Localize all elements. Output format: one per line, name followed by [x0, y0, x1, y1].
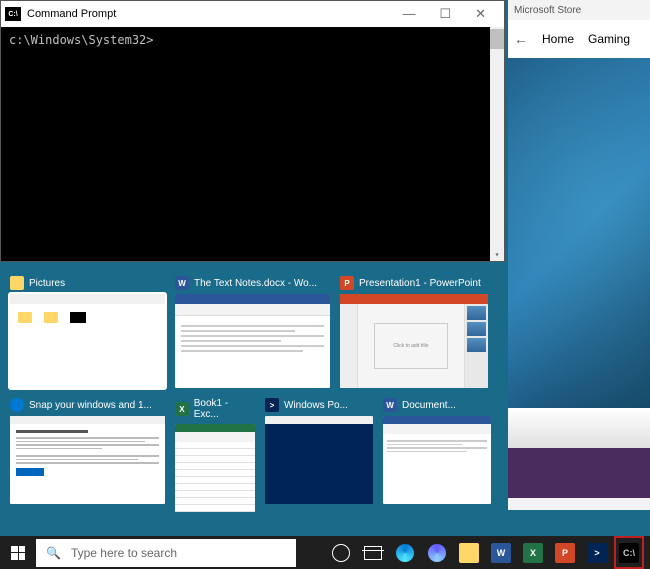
snap-tile-excel[interactable]: X Book1 - Exc...	[175, 398, 255, 512]
minimize-button[interactable]: —	[396, 6, 421, 22]
cmd-titlebar[interactable]: C:\ Command Prompt — ☐ ✕	[1, 1, 504, 27]
snap-thumbnail	[175, 424, 255, 512]
powerpoint-icon: P	[555, 543, 575, 563]
excel-icon: X	[523, 543, 543, 563]
edge-icon	[10, 398, 24, 412]
snap-tile-powerpoint[interactable]: P Presentation1 - PowerPoint Click to ad…	[340, 276, 488, 388]
cmd-title: Command Prompt	[27, 8, 116, 20]
close-button[interactable]: ✕	[469, 6, 492, 22]
taskbar-powershell[interactable]: >	[582, 536, 612, 569]
scrollbar-thumb[interactable]	[490, 29, 504, 49]
store-section-divider	[508, 408, 650, 448]
nav-home[interactable]: Home	[542, 32, 574, 46]
cmd-prompt-text: c:\Windows\System32>	[9, 33, 154, 47]
snap-tile-word2[interactable]: W Document...	[383, 398, 491, 512]
snap-tile-pictures[interactable]: Pictures	[10, 276, 165, 388]
command-prompt-window: C:\ Command Prompt — ☐ ✕ c:\Windows\Syst…	[0, 0, 505, 262]
search-placeholder: Type here to search	[71, 546, 177, 560]
task-view-icon	[364, 546, 382, 560]
cmd-icon: C:\	[5, 7, 21, 21]
snap-tile-powershell[interactable]: > Windows Po...	[265, 398, 373, 512]
search-icon: 🔍	[46, 546, 61, 560]
snap-tile-label: The Text Notes.docx - Wo...	[194, 278, 317, 289]
snap-thumbnail	[265, 416, 373, 504]
back-button[interactable]: ←	[514, 31, 528, 47]
microsoft-store-window: Microsoft Store ← Home Gaming	[508, 0, 650, 510]
snap-thumbnail	[10, 416, 165, 504]
snap-thumbnail: Click to add title	[340, 294, 488, 388]
explorer-icon	[459, 543, 479, 563]
window-controls: — ☐ ✕	[396, 6, 500, 22]
edge-icon	[396, 544, 414, 562]
snap-thumbnail	[175, 294, 330, 388]
snap-assist-panel: Pictures W The Text Notes.docx - Wo... P…	[0, 268, 505, 534]
snap-tile-label: Presentation1 - PowerPoint	[359, 278, 481, 289]
store-titlebar[interactable]: Microsoft Store	[508, 0, 650, 20]
taskbar-search[interactable]: 🔍 Type here to search	[36, 539, 296, 567]
snap-tile-label: Pictures	[29, 278, 65, 289]
taskbar-edge[interactable]	[390, 536, 420, 569]
start-button[interactable]	[0, 536, 36, 569]
taskbar-cmd[interactable]: C:\	[614, 536, 644, 569]
cmd-terminal[interactable]: c:\Windows\System32> ▾	[1, 27, 504, 261]
explorer-icon	[10, 276, 24, 290]
snap-tile-label: Snap your windows and 1...	[29, 400, 152, 411]
store-hero-image	[508, 58, 650, 408]
snap-tile-word[interactable]: W The Text Notes.docx - Wo...	[175, 276, 330, 388]
cortana-button[interactable]	[326, 536, 356, 569]
windows-logo-icon	[11, 546, 25, 560]
taskbar-edge-beta[interactable]	[422, 536, 452, 569]
snap-tile-label: Book1 - Exc...	[194, 398, 255, 420]
nav-gaming[interactable]: Gaming	[588, 32, 630, 46]
taskbar-explorer[interactable]	[454, 536, 484, 569]
circle-icon	[332, 544, 350, 562]
word-icon: W	[491, 543, 511, 563]
snap-tile-label: Windows Po...	[284, 400, 348, 411]
powershell-icon: >	[265, 398, 279, 412]
snap-thumbnail	[10, 294, 165, 388]
snap-tile-edge[interactable]: Snap your windows and 1...	[10, 398, 165, 512]
powershell-icon: >	[587, 543, 607, 563]
store-footer-panel	[508, 448, 650, 498]
word-icon: W	[175, 276, 189, 290]
edge-icon	[428, 544, 446, 562]
cmd-icon: C:\	[619, 543, 639, 563]
snap-thumbnail	[383, 416, 491, 504]
taskbar-powerpoint[interactable]: P	[550, 536, 580, 569]
task-view-button[interactable]	[358, 536, 388, 569]
taskbar-excel[interactable]: X	[518, 536, 548, 569]
cmd-scrollbar[interactable]: ▾	[490, 27, 504, 261]
store-navbar: ← Home Gaming	[508, 20, 650, 58]
maximize-button[interactable]: ☐	[433, 6, 457, 22]
scroll-down-icon[interactable]: ▾	[490, 250, 504, 259]
taskbar-word[interactable]: W	[486, 536, 516, 569]
snap-tile-label: Document...	[402, 400, 456, 411]
word-icon: W	[383, 398, 397, 412]
powerpoint-icon: P	[340, 276, 354, 290]
taskbar: 🔍 Type here to search W X P > C:\	[0, 536, 650, 569]
excel-icon: X	[175, 402, 189, 416]
slide-placeholder-text: Click to add title	[393, 343, 428, 349]
store-title: Microsoft Store	[514, 5, 581, 16]
